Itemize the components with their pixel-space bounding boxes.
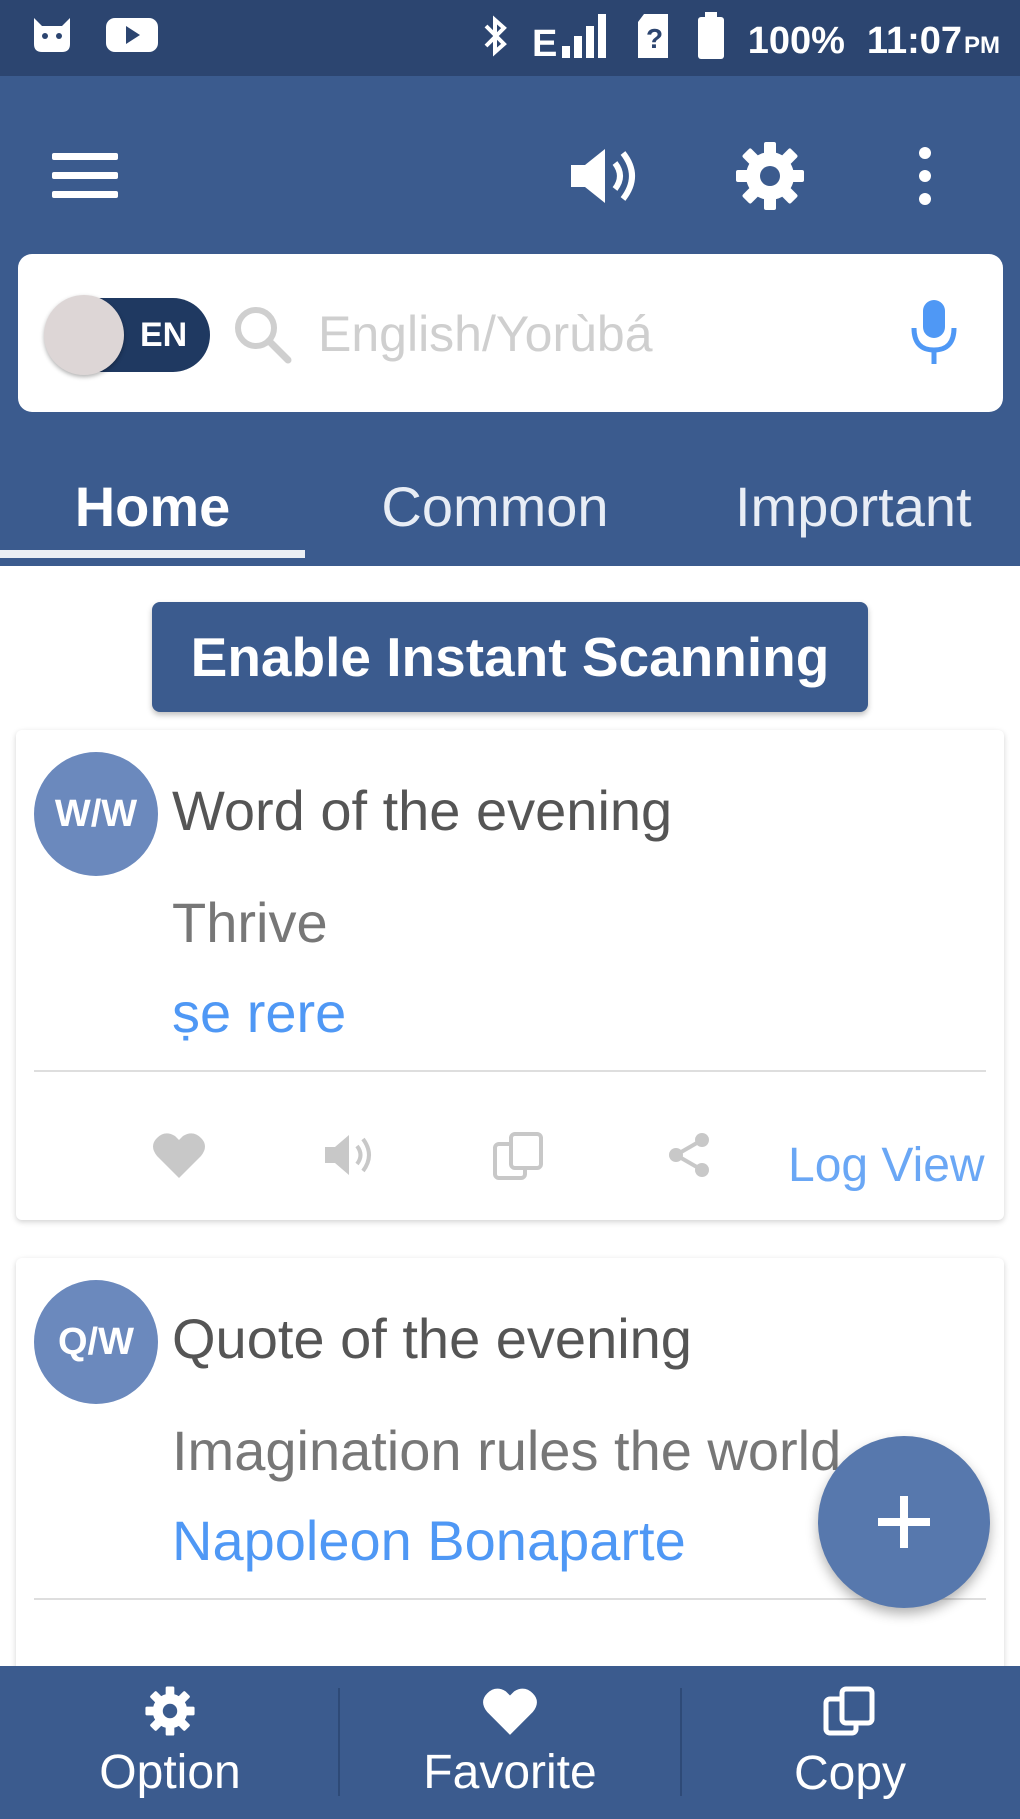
tab-indicator xyxy=(0,550,305,558)
card-word: Thrive xyxy=(172,891,328,954)
avatar: Q/W xyxy=(34,1280,158,1404)
tab-important[interactable]: Important xyxy=(735,446,1020,566)
heart-icon xyxy=(483,1688,537,1735)
tab-common[interactable]: Common xyxy=(330,446,660,566)
card-actions: Log View xyxy=(16,1110,1004,1210)
tab-home[interactable]: Home xyxy=(0,446,305,566)
menu-button[interactable] xyxy=(40,131,130,221)
bottom-nav: Option Favorite Copy xyxy=(0,1666,1020,1819)
share-icon[interactable] xyxy=(664,1130,714,1185)
clock-time: 11:07 xyxy=(866,19,962,62)
language-toggle[interactable]: EN xyxy=(44,295,210,375)
heart-icon[interactable] xyxy=(151,1130,207,1185)
speak-button[interactable] xyxy=(560,131,650,221)
settings-button[interactable] xyxy=(725,131,815,221)
nav-option-label: Option xyxy=(99,1746,241,1799)
tab-bar: Home Common Important xyxy=(0,446,1020,566)
svg-text:E: E xyxy=(532,23,557,60)
toggle-knob xyxy=(44,295,124,375)
search-box: EN xyxy=(18,254,1003,412)
card-translation[interactable]: ṣe rere xyxy=(172,980,346,1045)
speaker-icon[interactable] xyxy=(321,1130,377,1185)
word-card: W/W Word of the evening Thrive ṣe rere L… xyxy=(16,730,1004,1220)
sim-icon: ? xyxy=(634,12,674,70)
menu-icon xyxy=(52,153,118,198)
gear-icon xyxy=(145,1686,195,1736)
card-author[interactable]: Napoleon Bonaparte xyxy=(172,1508,686,1573)
search-input[interactable] xyxy=(318,294,878,374)
clock: 11:07 PM xyxy=(867,20,1000,63)
svg-text:?: ? xyxy=(646,23,663,54)
divider xyxy=(34,1598,986,1600)
card-title: Quote of the evening xyxy=(172,1307,692,1370)
mic-icon[interactable] xyxy=(906,296,962,373)
language-toggle-label: EN xyxy=(140,316,188,354)
nav-favorite[interactable]: Favorite xyxy=(340,1666,680,1819)
copy-icon xyxy=(823,1686,875,1736)
add-button[interactable] xyxy=(818,1436,990,1608)
status-bar: E ? 100% 11:07 PM xyxy=(0,0,1020,76)
nav-copy[interactable]: Copy xyxy=(680,1666,1020,1819)
card-title: Word of the evening xyxy=(172,779,673,842)
plus-icon xyxy=(878,1496,930,1548)
speaker-icon xyxy=(571,149,635,203)
search-icon xyxy=(230,302,294,371)
bluetooth-icon xyxy=(482,14,510,68)
app-bar: EN Home Common Important xyxy=(0,76,1020,566)
gear-icon xyxy=(736,142,804,210)
youtube-icon xyxy=(104,14,160,59)
nav-option[interactable]: Option xyxy=(0,1666,340,1819)
log-view-link[interactable]: Log View xyxy=(788,1138,985,1193)
battery-percent: 100% xyxy=(747,19,845,62)
enable-scanning-button[interactable]: Enable Instant Scanning xyxy=(152,602,868,712)
more-options-button[interactable] xyxy=(895,131,955,221)
battery-icon xyxy=(696,12,726,70)
nav-favorite-label: Favorite xyxy=(423,1746,597,1799)
clock-ampm: PM xyxy=(964,31,1000,59)
signal-icon: E xyxy=(532,12,612,70)
copy-icon[interactable] xyxy=(491,1130,547,1187)
card-quote: Imagination rules the world. xyxy=(172,1419,857,1482)
divider xyxy=(34,1070,986,1072)
cat-icon xyxy=(30,14,74,59)
avatar: W/W xyxy=(34,752,158,876)
nav-copy-label: Copy xyxy=(793,1747,907,1800)
more-vert-icon xyxy=(919,147,931,205)
